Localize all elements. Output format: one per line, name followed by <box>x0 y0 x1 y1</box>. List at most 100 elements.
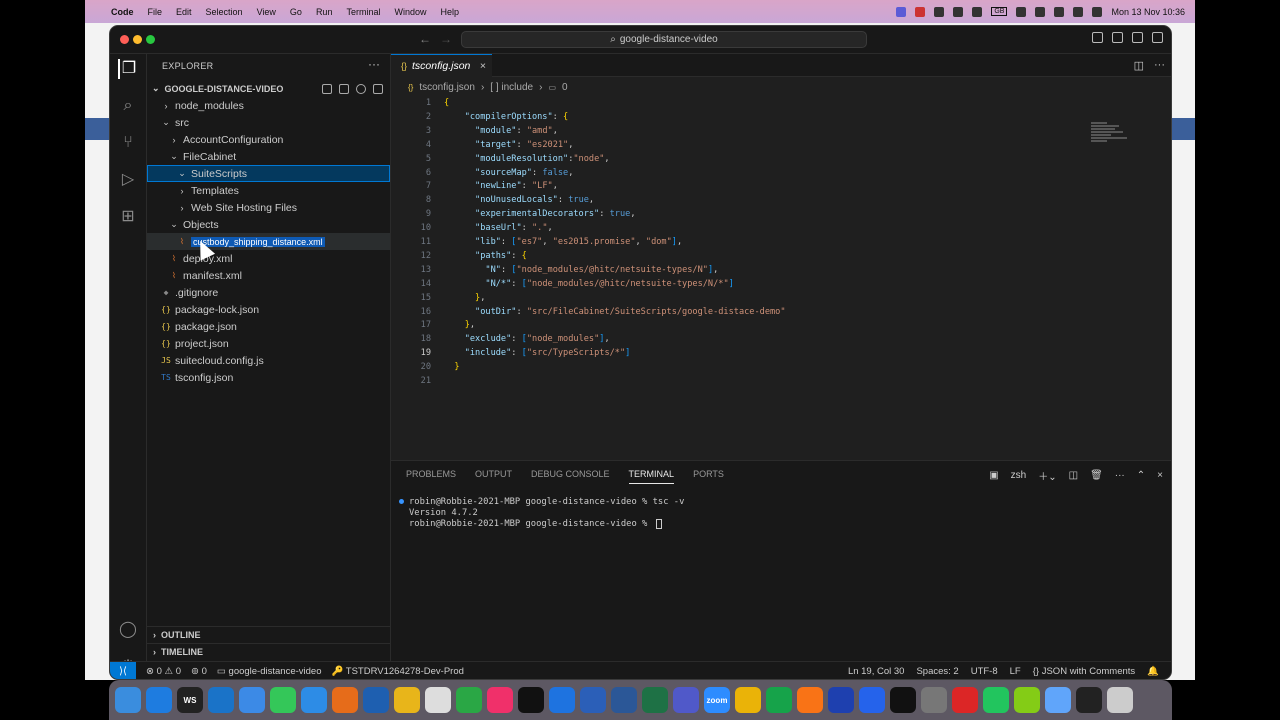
menu-window[interactable]: Window <box>394 7 426 17</box>
extensions-icon[interactable]: ⊞ <box>118 207 138 227</box>
new-folder-icon[interactable] <box>339 83 349 94</box>
tree-item[interactable]: › Web Site Hosting Files <box>147 199 390 216</box>
menubar-clock[interactable]: Mon 13 Nov 10:36 <box>1111 7 1185 17</box>
facetime-video-icon[interactable] <box>983 687 1009 713</box>
teams-icon[interactable] <box>580 687 606 713</box>
thunderbird-icon[interactable] <box>363 687 389 713</box>
customize-layout-icon[interactable] <box>1152 32 1163 43</box>
wifi-icon[interactable] <box>1054 6 1065 17</box>
input-source-badge[interactable]: GB <box>991 7 1008 16</box>
tab-output[interactable]: OUTPUT <box>475 469 512 484</box>
ports-status[interactable]: ⊚ 0 <box>191 666 207 677</box>
menu-file[interactable]: File <box>148 7 163 17</box>
whatsapp-icon[interactable] <box>456 687 482 713</box>
tab-tsconfig[interactable]: {} tsconfig.json × <box>391 54 492 77</box>
tree-item[interactable]: {} package.json <box>147 318 390 335</box>
photos-icon[interactable] <box>735 687 761 713</box>
forward-arrow-icon[interactable]: → <box>440 32 452 46</box>
refresh-icon[interactable] <box>356 83 366 94</box>
teams-alt-icon[interactable] <box>673 687 699 713</box>
run-debug-icon[interactable]: ▷ <box>118 170 138 190</box>
tree-item[interactable]: {} project.json <box>147 335 390 352</box>
close-icon[interactable]: × <box>480 60 486 72</box>
menu-terminal[interactable]: Terminal <box>346 7 380 17</box>
finder-icon[interactable] <box>115 687 141 713</box>
tree-item[interactable]: ⌄ src <box>147 114 390 131</box>
split-terminal-icon[interactable]: ◫ <box>1069 470 1078 481</box>
toggle-secondary-sidebar-icon[interactable] <box>1132 32 1143 43</box>
chrome-icon[interactable] <box>394 687 420 713</box>
encoding[interactable]: UTF-8 <box>971 666 998 677</box>
maps-icon[interactable] <box>425 687 451 713</box>
control-center-icon[interactable] <box>1092 6 1103 17</box>
tree-item[interactable]: TS tsconfig.json <box>147 369 390 386</box>
timeline-section[interactable]: › TIMELINE <box>147 643 390 660</box>
tree-item[interactable]: ⌇ deploy.xml <box>147 250 390 267</box>
messages-icon[interactable] <box>270 687 296 713</box>
tree-item[interactable]: › node_modules <box>147 97 390 114</box>
breadcrumb-file[interactable]: tsconfig.json <box>419 82 475 93</box>
apple-tv-icon[interactable] <box>890 687 916 713</box>
close-panel-icon[interactable]: × <box>1157 470 1163 481</box>
trash-icon[interactable]: 🗑 <box>1090 470 1103 481</box>
downloads-folder-icon[interactable] <box>1045 687 1071 713</box>
outlook-icon[interactable] <box>859 687 885 713</box>
tab-ports[interactable]: PORTS <box>693 469 724 484</box>
facetime-icon[interactable] <box>766 687 792 713</box>
excel-icon[interactable] <box>642 687 668 713</box>
outline-section[interactable]: › OUTLINE <box>147 626 390 643</box>
location-icon[interactable] <box>549 687 575 713</box>
tab-debug-console[interactable]: DEBUG CONSOLE <box>531 469 610 484</box>
language-mode[interactable]: {} JSON with Comments <box>1033 666 1135 677</box>
search-icon[interactable]: ⌕ <box>118 96 138 116</box>
tree-item[interactable]: ⌇ manifest.xml <box>147 267 390 284</box>
toggle-panel-icon[interactable] <box>1112 32 1123 43</box>
terminal-output[interactable]: robin@Robbie-2021-MBP google-distance-vi… <box>399 496 684 529</box>
end-of-line[interactable]: LF <box>1010 666 1021 677</box>
tree-item[interactable]: ⌄ Objects <box>147 216 390 233</box>
minimize-window-button[interactable] <box>133 35 142 44</box>
terminal-icon[interactable] <box>518 687 544 713</box>
tree-item[interactable]: ⌇ custbody_shipping_distance.xml <box>147 233 390 250</box>
cursor-position[interactable]: Ln 19, Col 30 <box>848 666 905 677</box>
notifications-icon[interactable]: 🔔 <box>1147 666 1159 677</box>
tree-item[interactable]: › Templates <box>147 182 390 199</box>
breadcrumb-include[interactable]: [ ] include <box>490 82 533 93</box>
menu-view[interactable]: View <box>257 7 276 17</box>
menu-help[interactable]: Help <box>440 7 459 17</box>
indentation[interactable]: Spaces: 2 <box>916 666 958 677</box>
dropbox-icon[interactable] <box>953 6 964 17</box>
new-file-icon[interactable] <box>322 83 332 94</box>
music-icon[interactable] <box>487 687 513 713</box>
maximize-panel-icon[interactable]: ⌃ <box>1137 470 1145 481</box>
breadcrumb-index[interactable]: 0 <box>562 82 568 93</box>
safari-icon[interactable] <box>301 687 327 713</box>
toggle-sidebar-icon[interactable] <box>1092 32 1103 43</box>
tree-item[interactable]: › AccountConfiguration <box>147 131 390 148</box>
tray-icon[interactable] <box>934 6 945 17</box>
back-arrow-icon[interactable]: ← <box>419 32 431 46</box>
tree-item[interactable]: {} package-lock.json <box>147 301 390 318</box>
zoom-icon[interactable]: zoom <box>704 687 730 713</box>
menu-run[interactable]: Run <box>316 7 333 17</box>
explorer-icon[interactable]: ❐ <box>118 59 138 79</box>
command-center-search[interactable]: ⌕ google-distance-video <box>461 31 867 48</box>
firefox-icon[interactable] <box>332 687 358 713</box>
vscode-icon[interactable] <box>208 687 234 713</box>
account-icon[interactable]: ◯ <box>118 620 138 640</box>
collapse-all-icon[interactable] <box>373 83 383 94</box>
tab-terminal[interactable]: TERMINAL <box>628 469 675 484</box>
xcode-icon[interactable] <box>828 687 854 713</box>
split-editor-icon[interactable]: ◫ <box>1134 59 1144 72</box>
command-decoration-icon[interactable] <box>399 499 404 504</box>
menu-go[interactable]: Go <box>290 7 302 17</box>
trash-icon[interactable] <box>1107 687 1133 713</box>
search-icon[interactable] <box>1073 6 1084 17</box>
webstorm-icon[interactable]: WS <box>177 687 203 713</box>
acrobat-icon[interactable] <box>952 687 978 713</box>
minimap[interactable] <box>1091 122 1131 147</box>
tray-icon[interactable] <box>972 6 983 17</box>
shell-name[interactable]: zsh <box>1011 470 1027 481</box>
battery-icon[interactable] <box>1035 6 1046 17</box>
swift-icon[interactable] <box>797 687 823 713</box>
